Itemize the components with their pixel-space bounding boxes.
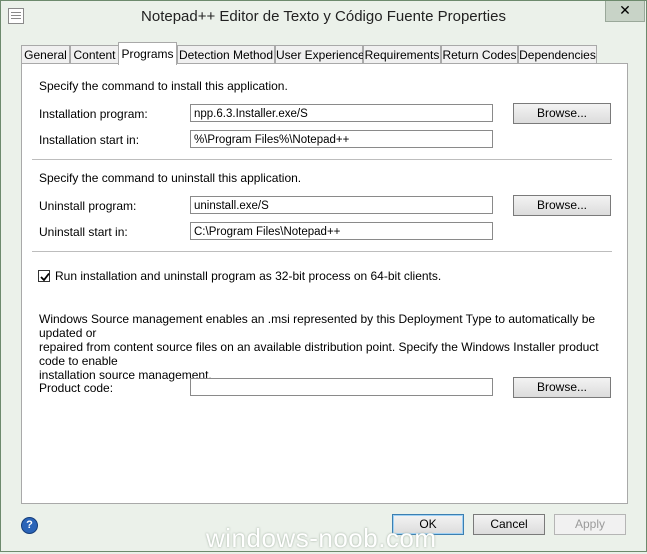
cancel-button[interactable]: Cancel bbox=[473, 514, 545, 535]
uninstall-browse-button[interactable]: Browse... bbox=[513, 195, 611, 216]
installation-browse-button[interactable]: Browse... bbox=[513, 103, 611, 124]
window-title: Notepad++ Editor de Texto y Código Fuent… bbox=[141, 8, 506, 25]
close-button[interactable]: ✕ bbox=[605, 1, 645, 22]
uninstall-heading: Specify the command to uninstall this ap… bbox=[39, 171, 302, 185]
tab-programs[interactable]: Programs bbox=[118, 42, 177, 65]
uninstall-program-label: Uninstall program: bbox=[39, 199, 137, 213]
title-bar[interactable]: Notepad++ Editor de Texto y Código Fuent… bbox=[1, 1, 646, 33]
separator bbox=[32, 251, 612, 252]
apply-button[interactable]: Apply bbox=[554, 514, 626, 535]
help-icon[interactable]: ? bbox=[21, 517, 38, 534]
product-code-label: Product code: bbox=[39, 381, 114, 395]
source-management-line: Windows Source management enables an .ms… bbox=[39, 312, 596, 340]
uninstall-start-in-input[interactable]: C:\Program Files\Notepad++ bbox=[190, 222, 493, 240]
checkmark-icon bbox=[40, 272, 50, 282]
tab-dependencies[interactable]: Dependencies bbox=[518, 45, 597, 64]
source-management-line: repaired from content source files on an… bbox=[39, 340, 599, 368]
tab-requirements[interactable]: Requirements bbox=[363, 45, 441, 64]
installation-program-label: Installation program: bbox=[39, 107, 148, 121]
product-code-input[interactable] bbox=[190, 378, 493, 396]
source-management-description: Windows Source management enables an .ms… bbox=[39, 312, 627, 382]
watermark: windows-noob.com bbox=[206, 523, 437, 553]
tab-user-experience[interactable]: User Experience bbox=[275, 45, 365, 64]
installation-start-in-label: Installation start in: bbox=[39, 133, 140, 147]
run-32bit-checkbox[interactable] bbox=[38, 270, 50, 282]
tab-return-codes[interactable]: Return Codes bbox=[441, 45, 518, 64]
uninstall-program-input[interactable]: uninstall.exe/S bbox=[190, 196, 493, 214]
installation-start-in-input[interactable]: %\Program Files%\Notepad++ bbox=[190, 130, 493, 148]
programs-tab-panel: Specify the command to install this appl… bbox=[21, 63, 628, 504]
product-code-browse-button[interactable]: Browse... bbox=[513, 377, 611, 398]
run-32bit-label[interactable]: Run installation and uninstall program a… bbox=[55, 269, 441, 283]
separator bbox=[32, 159, 612, 160]
uninstall-start-in-label: Uninstall start in: bbox=[39, 225, 128, 239]
tab-general[interactable]: General bbox=[21, 45, 70, 64]
properties-window: Notepad++ Editor de Texto y Código Fuent… bbox=[0, 0, 647, 553]
tab-detection-method[interactable]: Detection Method bbox=[177, 45, 275, 64]
installation-program-input[interactable]: npp.6.3.Installer.exe/S bbox=[190, 104, 493, 122]
install-heading: Specify the command to install this appl… bbox=[39, 79, 288, 93]
tab-content[interactable]: Content bbox=[70, 45, 119, 64]
